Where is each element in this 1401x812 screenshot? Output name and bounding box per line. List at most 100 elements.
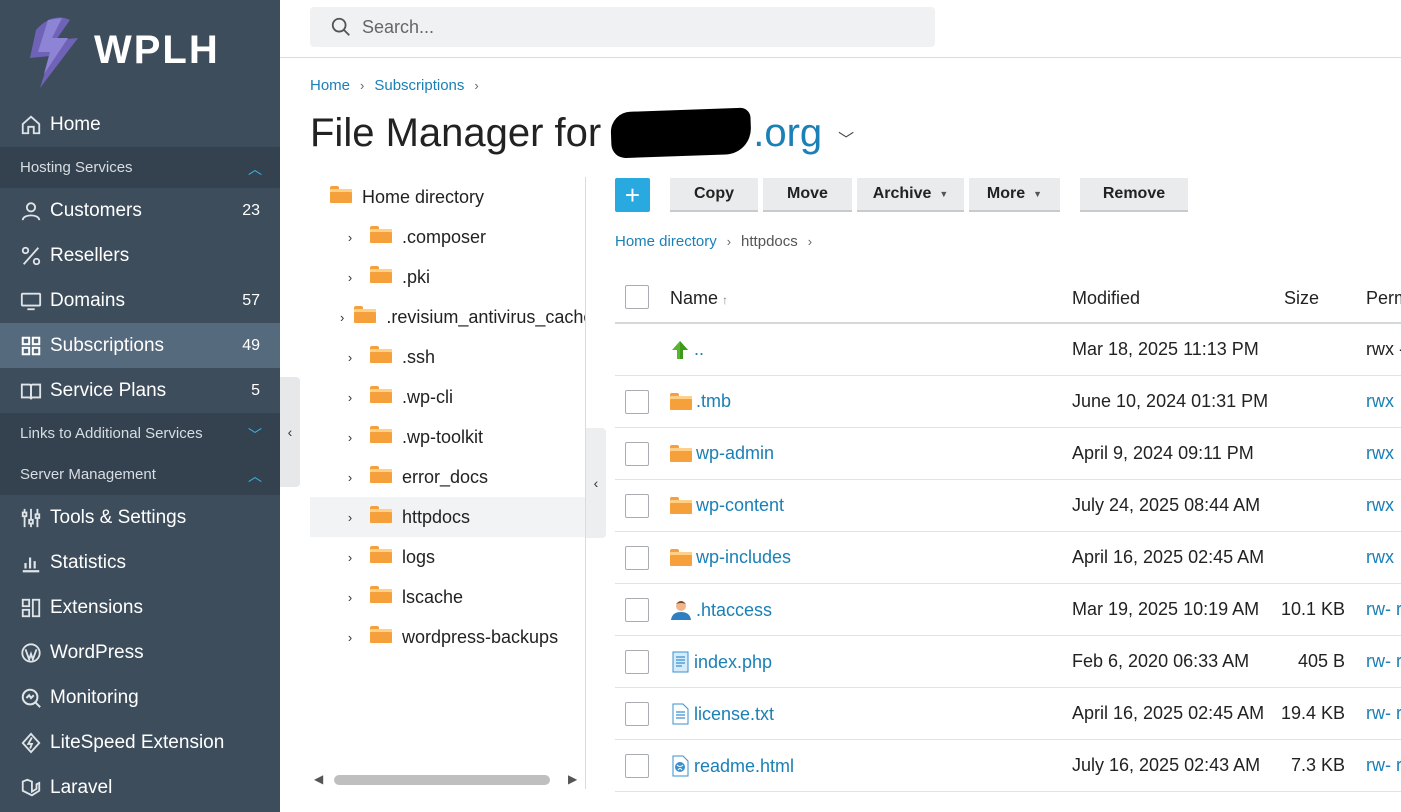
chevron-right-icon[interactable]: › bbox=[340, 430, 360, 445]
chevron-right-icon[interactable]: › bbox=[340, 590, 360, 605]
file-name-cell[interactable]: index.php bbox=[670, 651, 772, 673]
file-name-cell[interactable]: .. bbox=[670, 339, 704, 360]
tree-item[interactable]: › .wp-toolkit bbox=[310, 417, 585, 457]
add-button[interactable]: + bbox=[615, 178, 650, 212]
row-checkbox[interactable] bbox=[625, 650, 649, 674]
section-server-management[interactable]: Server Management ︿ bbox=[0, 454, 280, 495]
remove-button[interactable]: Remove bbox=[1080, 178, 1188, 212]
tree-item[interactable]: › .ssh bbox=[310, 337, 585, 377]
scroll-right-icon[interactable]: ▶ bbox=[568, 772, 577, 786]
chevron-right-icon[interactable]: › bbox=[340, 550, 360, 565]
row-checkbox[interactable] bbox=[625, 754, 649, 778]
chevron-down-icon[interactable]: ﹀ bbox=[838, 126, 854, 150]
file-name-cell[interactable]: .tmb bbox=[670, 391, 731, 412]
nav-statistics[interactable]: Statistics bbox=[0, 540, 280, 585]
row-checkbox[interactable] bbox=[625, 546, 649, 570]
file-name-link[interactable]: license.txt bbox=[694, 704, 774, 725]
file-name-cell[interactable]: license.txt bbox=[670, 703, 774, 725]
tree-item-selected[interactable]: › httpdocs bbox=[310, 497, 585, 537]
file-name-cell[interactable]: wp-includes bbox=[670, 547, 791, 568]
nav-home[interactable]: Home bbox=[0, 102, 280, 147]
tree-item[interactable]: › .wp-cli bbox=[310, 377, 585, 417]
tree-item[interactable]: › .revisium_antivirus_cache bbox=[310, 297, 585, 337]
section-hosting-services[interactable]: Hosting Services ︿ bbox=[0, 147, 280, 188]
permissions-cell[interactable]: rwx bbox=[1366, 391, 1394, 412]
archive-button[interactable]: Archive ▼ bbox=[857, 178, 964, 212]
chevron-right-icon[interactable]: › bbox=[340, 350, 360, 365]
file-name-cell[interactable]: .htaccess bbox=[670, 599, 772, 621]
brand-logo[interactable]: WPLH bbox=[22, 8, 220, 92]
nav-tools-settings[interactable]: Tools & Settings bbox=[0, 495, 280, 540]
section-links-additional-services[interactable]: Links to Additional Services ﹀ bbox=[0, 413, 280, 454]
permissions-cell[interactable]: rw- r bbox=[1366, 703, 1401, 724]
permissions-cell[interactable]: rwx bbox=[1366, 547, 1394, 568]
file-name-link[interactable]: wp-includes bbox=[696, 547, 791, 568]
row-checkbox[interactable] bbox=[625, 390, 649, 414]
row-checkbox[interactable] bbox=[625, 702, 649, 726]
tree-item[interactable]: › error_docs bbox=[310, 457, 585, 497]
row-checkbox[interactable] bbox=[625, 494, 649, 518]
nav-service-plans[interactable]: Service Plans 5 bbox=[0, 368, 280, 413]
table-row[interactable]: wp-admin April 9, 2024 09:11 PM rwx bbox=[615, 428, 1401, 480]
move-button[interactable]: Move bbox=[763, 178, 852, 212]
chevron-right-icon[interactable]: › bbox=[340, 470, 360, 485]
permissions-cell[interactable]: rw- r bbox=[1366, 599, 1401, 620]
nav-subscriptions[interactable]: Subscriptions 49 bbox=[0, 323, 280, 368]
file-name-link[interactable]: wp-content bbox=[696, 495, 784, 516]
column-header-size[interactable]: Size bbox=[1284, 288, 1319, 309]
tree-item[interactable]: › .composer bbox=[310, 217, 585, 257]
nav-extensions[interactable]: Extensions bbox=[0, 585, 280, 630]
table-row[interactable]: wp-includes April 16, 2025 02:45 AM rwx bbox=[615, 532, 1401, 584]
file-name-link[interactable]: wp-admin bbox=[696, 443, 774, 464]
file-name-cell[interactable]: wp-admin bbox=[670, 443, 774, 464]
tree-item[interactable]: › wordpress-backups bbox=[310, 617, 585, 657]
search-box[interactable] bbox=[310, 7, 935, 47]
page-title-domain[interactable]: .org bbox=[753, 111, 822, 156]
table-row[interactable]: .tmb June 10, 2024 01:31 PM rwx bbox=[615, 376, 1401, 428]
table-row[interactable]: .htaccess Mar 19, 2025 10:19 AM 10.1 KB … bbox=[615, 584, 1401, 636]
permissions-cell[interactable]: rw- r bbox=[1366, 651, 1401, 672]
column-header-name[interactable]: Name ↑ bbox=[670, 288, 728, 309]
tree-item[interactable]: › .pki bbox=[310, 257, 585, 297]
table-row[interactable]: readme.html July 16, 2025 02:43 AM 7.3 K… bbox=[615, 740, 1401, 792]
file-name-link[interactable]: .tmb bbox=[696, 391, 731, 412]
select-all-checkbox[interactable] bbox=[625, 285, 649, 309]
chevron-right-icon[interactable]: › bbox=[340, 630, 360, 645]
table-row[interactable]: wp-content July 24, 2025 08:44 AM rwx bbox=[615, 480, 1401, 532]
permissions-cell[interactable]: rwx bbox=[1366, 443, 1394, 464]
chevron-right-icon[interactable]: › bbox=[340, 310, 344, 325]
permissions-cell[interactable]: rw- r bbox=[1366, 755, 1401, 776]
file-name-link[interactable]: index.php bbox=[694, 652, 772, 673]
file-name-link[interactable]: .htaccess bbox=[696, 600, 772, 621]
scroll-left-icon[interactable]: ◀ bbox=[314, 772, 323, 786]
more-button[interactable]: More ▼ bbox=[969, 178, 1060, 212]
search-input[interactable] bbox=[362, 16, 922, 38]
table-row[interactable]: .. Mar 18, 2025 11:13 PM rwx - bbox=[615, 324, 1401, 376]
permissions-cell[interactable]: rwx bbox=[1366, 495, 1394, 516]
chevron-right-icon[interactable]: › bbox=[340, 230, 360, 245]
file-name-cell[interactable]: readme.html bbox=[670, 755, 794, 777]
nav-resellers[interactable]: Resellers bbox=[0, 233, 280, 278]
breadcrumb-subscriptions[interactable]: Subscriptions bbox=[374, 77, 464, 94]
breadcrumb-home[interactable]: Home bbox=[310, 77, 350, 94]
tree-collapse-button[interactable]: ‹ bbox=[586, 428, 606, 538]
chevron-right-icon[interactable]: › bbox=[340, 270, 360, 285]
file-name-cell[interactable]: wp-content bbox=[670, 495, 784, 516]
tree-item[interactable]: › lscache bbox=[310, 577, 585, 617]
tree-horizontal-scrollbar[interactable]: ◀ ▶ bbox=[310, 772, 586, 790]
scrollbar-thumb[interactable] bbox=[334, 775, 550, 785]
chevron-right-icon[interactable]: › bbox=[340, 510, 360, 525]
column-header-modified[interactable]: Modified bbox=[1072, 288, 1140, 309]
file-name-link[interactable]: readme.html bbox=[694, 756, 794, 777]
tree-item-root[interactable]: Home directory bbox=[310, 177, 585, 217]
nav-laravel[interactable]: Laravel bbox=[0, 765, 280, 810]
file-breadcrumb-root[interactable]: Home directory bbox=[615, 233, 717, 250]
nav-wordpress[interactable]: WordPress bbox=[0, 630, 280, 675]
table-row[interactable]: index.php Feb 6, 2020 06:33 AM 405 B rw-… bbox=[615, 636, 1401, 688]
sidebar-collapse-button[interactable]: ‹ bbox=[280, 377, 300, 487]
column-header-permissions[interactable]: Perm bbox=[1366, 288, 1401, 309]
nav-domains[interactable]: Domains 57 bbox=[0, 278, 280, 323]
table-row[interactable]: license.txt April 16, 2025 02:45 AM 19.4… bbox=[615, 688, 1401, 740]
file-name-link[interactable]: .. bbox=[694, 339, 704, 360]
tree-item[interactable]: › logs bbox=[310, 537, 585, 577]
